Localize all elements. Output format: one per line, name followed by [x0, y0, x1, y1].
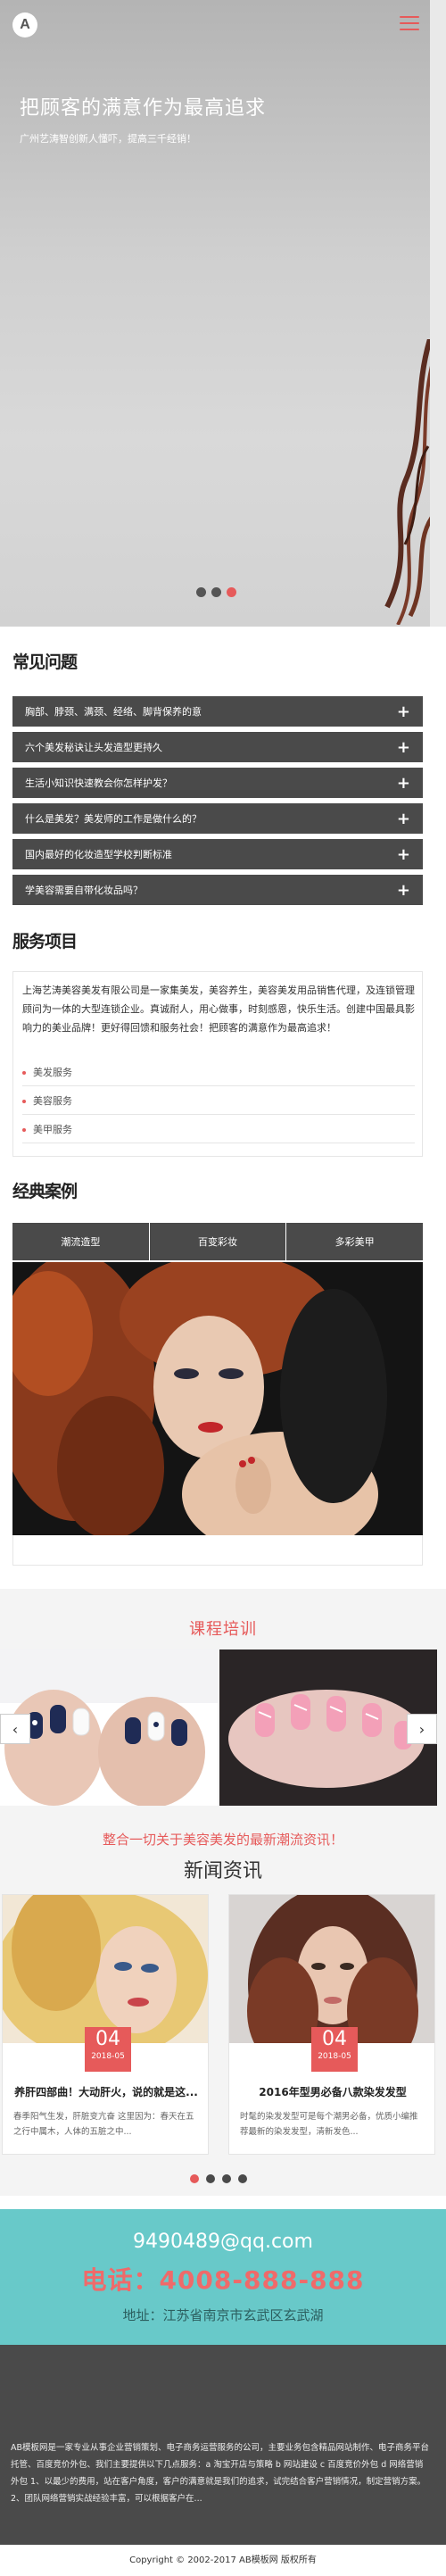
carousel-dot[interactable] [222, 2174, 231, 2183]
faq-item[interactable]: 国内最好的化妆造型学校判断标准 + [12, 839, 423, 869]
tab-nails[interactable]: 多彩美甲 [286, 1223, 424, 1260]
news-carousel-dots[interactable] [190, 2174, 247, 2183]
contact-phone[interactable]: 电话：4008-888-888 [0, 2261, 446, 2297]
faq-item[interactable]: 六个美发秘诀让头发造型更持久 + [12, 732, 423, 762]
services-section-title: 服务项目 [12, 928, 78, 952]
training-image-nails-1[interactable] [0, 1649, 218, 1806]
service-item[interactable]: 美发服务 [22, 1059, 415, 1086]
cases-section-title: 经典案例 [12, 1178, 78, 1202]
news-date-badge: 04 2018-05 [85, 2027, 131, 2072]
news-summary: 时髦的染发发型可是每个潮男必备，优质小编推荐最新的染发发型，清新发色... [240, 2112, 418, 2137]
hero-subtitle: 广州艺涛智创新人懂吓，提高三千经销！ [20, 133, 196, 145]
news-card[interactable]: 04 2018-05 2016年型男必备八款染发发型 时髦的染发发型可是每个潮男… [228, 1894, 435, 2155]
hero-title: 把顾客的满意作为最高追求 [20, 97, 267, 120]
plus-icon[interactable]: + [397, 774, 410, 793]
plus-icon[interactable]: + [397, 810, 410, 828]
faq-item[interactable]: 生活小知识快速教会你怎样护发？ + [12, 768, 423, 798]
faq-item-label: 什么是美发？美发师的工作是做什么的？ [25, 813, 202, 825]
tab-hair-styling[interactable]: 潮流造型 [12, 1223, 150, 1260]
news-card[interactable]: 04 2018-05 养肝四部曲！大动肝火，说的就是这... 春季阳气生发，肝脏… [2, 1894, 209, 2155]
contact-address: 地址：江苏省南京市玄武区玄武湖 [122, 2307, 324, 2323]
hero-banner: A 把顾客的满意作为最高追求 广州艺涛智创新人懂吓，提高三千经销！ [0, 0, 446, 627]
carousel-dot[interactable] [196, 587, 206, 597]
hero-scrollbar[interactable] [430, 0, 446, 627]
carousel-dot-active[interactable] [190, 2174, 199, 2183]
news-month: 2018-05 [318, 2052, 351, 2061]
faq-item[interactable]: 胸部、脖颈、满颈、经络、脚背保养的意 + [12, 696, 423, 727]
service-item[interactable]: 美容服务 [22, 1088, 415, 1115]
news-image [3, 1895, 208, 2043]
menu-icon[interactable] [400, 16, 419, 32]
tab-makeup[interactable]: 百变彩妆 [149, 1223, 287, 1260]
news-headline[interactable]: 养肝四部曲！大动肝火，说的就是这... [12, 2084, 201, 2099]
carousel-dot[interactable] [206, 2174, 215, 2183]
footer-about: AB模板网是一家专业从事企业营销策划、电子商务运营服务的公司，主要业务包含精品网… [11, 2443, 430, 2504]
faq-item-label: 胸部、脖颈、满颈、经络、脚背保养的意 [25, 706, 202, 718]
news-day: 04 [322, 2028, 347, 2050]
training-title: 课程培训 [189, 1620, 257, 1639]
faq-item-label: 国内最好的化妆造型学校判断标准 [25, 849, 172, 860]
service-item[interactable]: 美甲服务 [22, 1117, 415, 1143]
faq-item[interactable]: 学美容需要自带化妆品吗？ + [12, 875, 423, 905]
faq-item-label: 生活小知识快速教会你怎样护发？ [25, 777, 172, 789]
faq-item[interactable]: 什么是美发？美发师的工作是做什么的？ + [12, 803, 423, 834]
services-description: 上海艺涛美容美发有限公司是一家集美发，美容养生，美容美发用品销售代理，及连锁管理… [22, 985, 415, 1034]
plus-icon[interactable]: + [397, 881, 410, 900]
faq-item-label: 六个美发秘诀让头发造型更持久 [25, 742, 162, 753]
news-day: 04 [95, 2028, 120, 2050]
news-image [229, 1895, 434, 2043]
hero-hair-image [384, 339, 432, 625]
cases-tabs: 潮流造型 百变彩妆 多彩美甲 [12, 1223, 424, 1260]
hero-carousel-dots[interactable] [196, 587, 236, 597]
plus-icon[interactable]: + [397, 845, 410, 864]
carousel-prev-button[interactable]: ‹ [0, 1714, 30, 1744]
carousel-dot-active[interactable] [227, 587, 236, 597]
news-summary: 春季阳气生发，肝脏变亢奋 这里因为：春天在五之行中属木，人体的五脏之中... [13, 2112, 194, 2137]
site-logo[interactable]: A [12, 12, 37, 37]
carousel-next-button[interactable]: › [407, 1714, 437, 1744]
news-date-badge: 04 2018-05 [311, 2027, 358, 2072]
page: A 把顾客的满意作为最高追求 广州艺涛智创新人懂吓，提高三千经销！ 常见问题 胸… [0, 0, 446, 2576]
news-headline[interactable]: 2016年型男必备八款染发发型 [238, 2084, 427, 2099]
news-section-title: 新闻资讯 [183, 1860, 262, 1882]
training-image-nails-2[interactable] [219, 1649, 437, 1806]
faq-item-label: 学美容需要自带化妆品吗？ [25, 885, 143, 896]
contact-section: 9490489@qq.com 电话：4008-888-888 地址：江苏省南京市… [0, 2209, 446, 2345]
plus-icon[interactable]: + [397, 702, 410, 721]
carousel-dot[interactable] [211, 587, 221, 597]
training-tagline: 整合一切关于美容美发的最新潮流资讯！ [102, 1832, 343, 1848]
faq-section-title: 常见问题 [12, 649, 78, 673]
plus-icon[interactable]: + [397, 738, 410, 757]
footer: AB模板网是一家专业从事企业营销策划、电子商务运营服务的公司，主要业务包含精品网… [0, 2345, 446, 2576]
case-caption-bar [12, 1535, 423, 1566]
services-panel: 上海艺涛美容美发有限公司是一家集美发，美容养生，美容美发用品销售代理，及连锁管理… [12, 971, 423, 1157]
case-image[interactable] [12, 1262, 423, 1535]
carousel-dot[interactable] [238, 2174, 247, 2183]
contact-email[interactable]: 9490489@qq.com [0, 2231, 446, 2253]
news-month: 2018-05 [91, 2052, 125, 2061]
chevron-right-icon: › [418, 1720, 425, 1738]
chevron-left-icon: ‹ [12, 1720, 19, 1738]
copyright: Copyright © 2002-2017 AB模板网 版权所有 [0, 2545, 446, 2576]
